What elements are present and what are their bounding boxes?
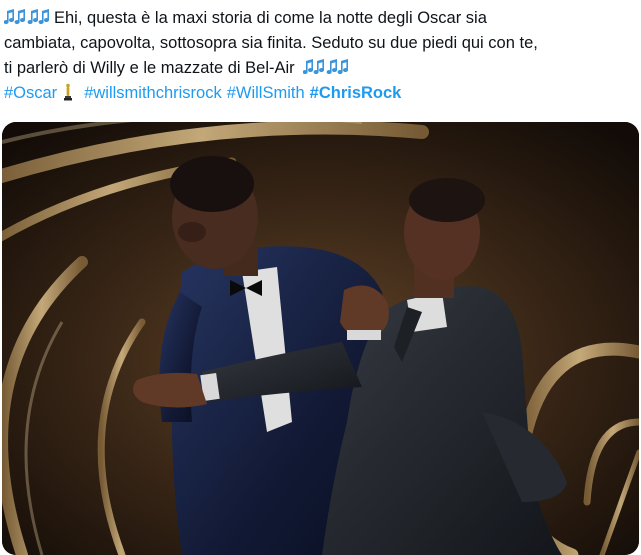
tweet-line-1: Ehi, questa è la maxi storia di come la … bbox=[4, 6, 634, 31]
musical-notes-icon bbox=[4, 9, 50, 25]
oscars-slap-photo bbox=[2, 122, 639, 555]
tweet-card: Ehi, questa è la maxi storia di come la … bbox=[0, 0, 641, 555]
tweet-line-3: ti parlerò di Willy e le mazzate di Bel-… bbox=[4, 56, 634, 81]
hashtag-willsmith[interactable]: #WillSmith bbox=[227, 84, 305, 102]
tweet-media-photo[interactable] bbox=[2, 122, 639, 555]
hashtag-chrisrock[interactable]: #ChrisRock bbox=[310, 84, 402, 102]
tweet-text-line-2: cambiata, capovolta, sottosopra sia fini… bbox=[4, 34, 538, 52]
tweet-line-2: cambiata, capovolta, sottosopra sia fini… bbox=[4, 31, 634, 56]
hashtag-line: #Oscar #willsmithchrisrock #WillSmith #Chr… bbox=[4, 81, 634, 106]
oscar-statuette-icon bbox=[64, 83, 73, 101]
hashtag-oscar[interactable]: #Oscar bbox=[4, 84, 57, 102]
tweet-text-line-3: ti parlerò di Willy e le mazzate di Bel-… bbox=[4, 59, 295, 77]
tweet-text-line-1: Ehi, questa è la maxi storia di come la … bbox=[54, 9, 487, 27]
musical-notes-icon bbox=[303, 59, 349, 75]
tweet-text: Ehi, questa è la maxi storia di come la … bbox=[4, 6, 634, 106]
hashtag-willsmithchrisrock[interactable]: #willsmithchrisrock bbox=[84, 84, 222, 102]
